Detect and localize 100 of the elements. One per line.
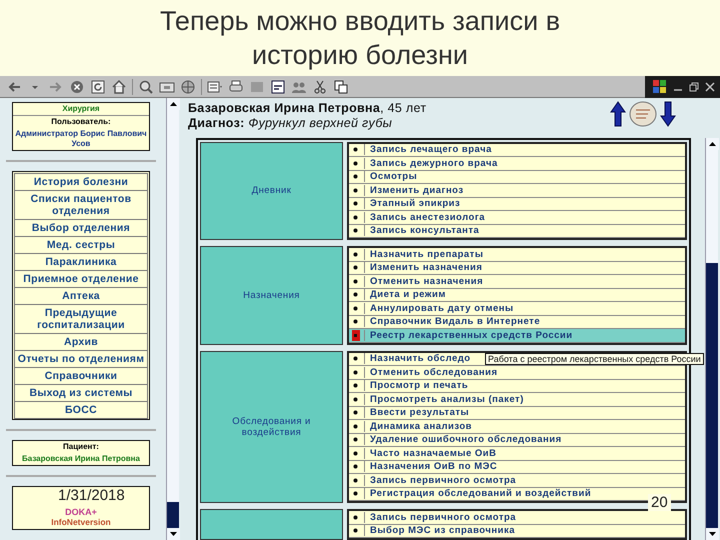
printer-icon[interactable] (228, 78, 244, 94)
stop-icon[interactable] (69, 78, 85, 94)
nav-link[interactable]: Справочники (14, 367, 148, 385)
nav-link[interactable]: Выход из системы (14, 384, 148, 402)
scroll-down-icon[interactable] (706, 528, 719, 540)
group-label: Дневник (200, 142, 343, 240)
bullet-icon (352, 366, 365, 378)
nav-link[interactable]: Списки пациентов отделения (14, 190, 148, 220)
scrollbar[interactable] (705, 138, 718, 540)
nav-link[interactable]: БОСС (14, 401, 148, 419)
nav-link[interactable]: Выбор отделения (14, 219, 148, 237)
tooltip: Работа с реестром лекарственных средств России (485, 352, 704, 364)
nav-link[interactable]: Аптека (14, 287, 148, 305)
bullet-icon (352, 353, 365, 364)
scrollbar[interactable] (166, 98, 179, 540)
menu-item[interactable]: Запись первичного осмотра (349, 511, 685, 524)
bullet-icon (352, 171, 365, 182)
bullet-icon (352, 276, 365, 287)
menu-item[interactable]: Запись дежурного врача (349, 157, 685, 170)
bullet-icon (352, 316, 365, 328)
bullet-icon (352, 262, 365, 274)
diagnosis-label: Диагноз: (188, 116, 245, 130)
bullet-icon (352, 461, 365, 472)
bullet-icon (352, 144, 365, 156)
patient-name: Базаровская Ирина Петровна (188, 101, 380, 115)
department-label: Хирургия (13, 103, 149, 116)
nav-link[interactable]: История болезни (14, 173, 148, 191)
menu-item[interactable]: Реестр лекарственных средств России (349, 329, 685, 342)
scroll-paper-icon[interactable] (629, 101, 657, 127)
menu-item[interactable]: Просмотр и печать (349, 380, 685, 393)
down-arrow-icon[interactable] (660, 101, 676, 127)
bullet-icon (352, 407, 365, 418)
menu-item[interactable]: Ввести результаты (349, 406, 685, 420)
slide-date: 1/31/2018 (58, 487, 125, 504)
bullet-icon (352, 420, 365, 432)
bullet-icon (352, 394, 365, 405)
group-label: Обследования и воздействия (200, 350, 343, 503)
bullet-icon (352, 248, 365, 260)
bullet-icon (352, 198, 365, 210)
bullet-icon (352, 434, 365, 446)
patient-name: Базаровская Ирина Петровна (21, 453, 141, 465)
bullet-icon (352, 330, 365, 341)
scrollbar-thumb[interactable] (706, 263, 718, 528)
bullet-icon (352, 289, 365, 300)
menu-item[interactable]: Назначить препараты (349, 248, 685, 262)
menu-item[interactable]: Осмотры (349, 170, 685, 184)
menu-item[interactable]: Выбор МЭС из справочника (349, 524, 685, 538)
scrollbar-thumb[interactable] (167, 502, 179, 528)
scissors-icon[interactable] (312, 78, 328, 94)
nav-link[interactable]: Архив (14, 333, 148, 351)
brand-label: DOKA+ (64, 507, 98, 517)
menu-item[interactable]: Запись лечащего врача (349, 144, 685, 157)
user-name: Администратор Борис Павлович Усов (14, 128, 148, 150)
menu-item[interactable]: Часто назначаемые ОиВ (349, 447, 685, 460)
bullet-icon (352, 158, 365, 169)
home-icon[interactable] (111, 78, 127, 94)
search-icon[interactable] (138, 78, 154, 94)
menu-item[interactable]: Запись первичного осмотра (349, 474, 685, 488)
close-icon[interactable] (705, 82, 715, 92)
bullet-icon (352, 380, 365, 392)
windows-logo-icon (653, 80, 667, 94)
menu-item[interactable]: Назначения ОиВ по МЭС (349, 460, 685, 474)
menu-item[interactable]: Изменить диагноз (349, 184, 685, 198)
copy-icon[interactable] (333, 78, 349, 94)
menu-item[interactable]: Динамика анализов (349, 420, 685, 434)
bullet-icon (352, 488, 365, 500)
scroll-down-icon[interactable] (167, 528, 180, 540)
menu-item[interactable]: Отменить обследования (349, 366, 685, 380)
nav-link[interactable]: Мед. сестры (14, 236, 148, 254)
scroll-up-icon[interactable] (706, 138, 719, 150)
nav-link[interactable]: Отчеты по отделениям (14, 350, 148, 368)
menu-item[interactable]: Удаление ошибочного обследования (349, 434, 685, 447)
page-number: 20 (648, 494, 671, 511)
menu-item[interactable]: Запись анестезиолога (349, 211, 685, 224)
bullet-icon (352, 474, 365, 486)
menu-item[interactable]: Аннулировать дату отмены (349, 302, 685, 316)
patient-label: Пациент: (62, 441, 100, 453)
menu-item[interactable]: Запись консультанта (349, 224, 685, 238)
nav-link[interactable]: Приемное отделение (14, 270, 148, 288)
up-arrow-icon[interactable] (610, 101, 626, 127)
menu-item[interactable]: Диета и режим (349, 288, 685, 302)
menu-item[interactable]: Отменить назначения (349, 275, 685, 288)
refresh-icon[interactable] (90, 78, 106, 94)
document-icon[interactable] (270, 78, 286, 94)
scroll-up-icon[interactable] (167, 98, 180, 110)
nav-link[interactable]: Параклиника (14, 253, 148, 271)
bullet-icon (352, 212, 365, 223)
bullet-icon (352, 512, 365, 523)
globe-icon[interactable] (180, 78, 196, 94)
bullet-icon (352, 448, 365, 459)
restore-icon[interactable] (689, 82, 699, 92)
menu-item[interactable]: Изменить назначения (349, 262, 685, 275)
bullet-icon (352, 302, 365, 314)
slide-title: Теперь можно вводить записи в историю болезни (158, 5, 562, 72)
nav-link[interactable]: Предыдущие госпитализации (14, 304, 148, 334)
patient-age: , 45 лет (380, 101, 426, 115)
menu-item[interactable]: Этапный эпикриз (349, 198, 685, 211)
bullet-icon (352, 525, 365, 536)
menu-item[interactable]: Просмотреть анализы (пакет) (349, 393, 685, 406)
menu-item[interactable]: Справочник Видаль в Интернете (349, 316, 685, 329)
